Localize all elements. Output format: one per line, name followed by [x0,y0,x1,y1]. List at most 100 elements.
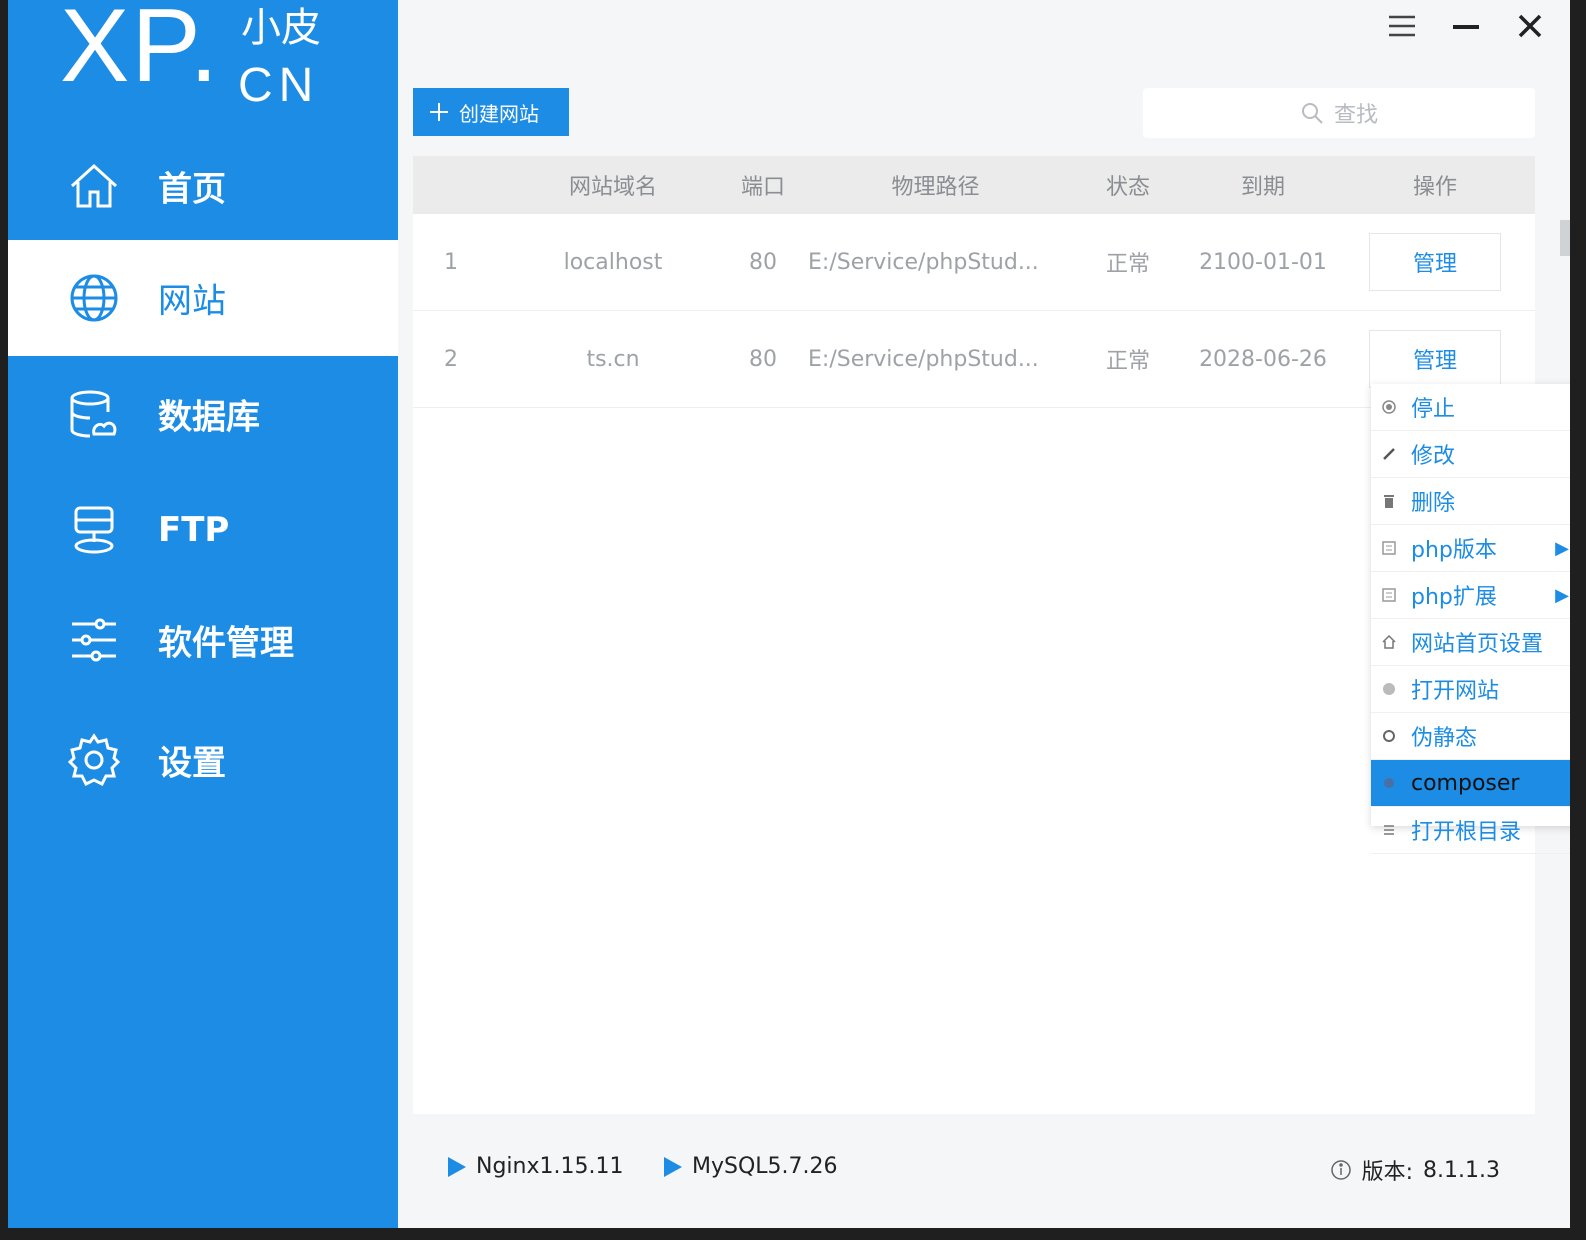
gear-icon [67,733,121,787]
menu-item-open-root-dir[interactable]: 打开根目录 [1371,807,1570,854]
app-window: XP. 小皮 CN 首页 网站 数据库 FTP 软件管理 设置 创建网站 查找 … [8,0,1570,1228]
sidebar-item-label: FTP [158,510,230,550]
search-input[interactable]: 查找 [1143,88,1535,138]
logo-cn: CN [238,59,320,112]
logo: XP. 小皮 CN [58,0,378,130]
service-mysql-label: MySQL5.7.26 [692,1154,838,1179]
row-path: E:/Service/phpStud... [808,346,1039,372]
websites-table: 网站域名 端口 物理路径 状态 到期 操作 1 localhost 80 E:/… [413,156,1535,1114]
php-version-icon [1382,541,1396,555]
table-header: 网站域名 端口 物理路径 状态 到期 操作 [413,156,1535,214]
logo-xiaopi: 小皮 [241,5,321,51]
menu-button[interactable] [1382,8,1422,44]
menu-item-homepage-settings[interactable]: 网站首页设置 [1371,619,1570,666]
minimize-icon [1453,25,1479,29]
plus-icon [430,103,448,121]
submenu-arrow-icon: ▶ [1555,584,1569,606]
minimize-button[interactable] [1446,8,1486,44]
context-menu: 停止 修改 删除 php版本 ▶ php扩展 ▶ 网站首页设置 打开网站 伪静态… [1371,384,1570,854]
row-index: 2 [444,346,458,372]
menu-item-edit[interactable]: 修改 [1371,431,1570,478]
database-icon [70,390,117,438]
menu-item-label: 网站首页设置 [1411,632,1544,657]
sidebar-item-website[interactable]: 网站 [8,240,398,356]
homepage-icon [1382,634,1396,649]
php-extension-icon [1382,588,1396,602]
menu-item-label: php扩展 [1411,585,1497,610]
window-controls [1382,8,1550,44]
edit-icon [1383,448,1395,460]
menu-item-php-extension[interactable]: php扩展 ▶ [1371,572,1570,619]
column-header-path: 物理路径 [891,175,980,200]
scrollbar-thumb[interactable] [1560,220,1570,256]
menu-item-composer[interactable]: composer [1371,760,1570,807]
row-domain: localhost [563,249,663,275]
trash-icon [1384,495,1394,508]
menu-item-delete[interactable]: 删除 [1371,478,1570,525]
menu-item-label: 伪静态 [1411,726,1478,751]
version-value: 8.1.1.3 [1423,1157,1500,1183]
column-header-expire: 到期 [1240,175,1285,200]
create-website-button[interactable]: 创建网站 [413,88,569,136]
column-header-domain: 网站域名 [568,175,657,200]
row-index: 1 [444,249,458,275]
sidebar-item-database[interactable]: 数据库 [8,356,398,472]
logo-xp: XP. [60,0,221,104]
column-header-status: 状态 [1105,175,1150,200]
menu-item-label: 打开根目录 [1411,820,1522,845]
open-site-icon [1383,683,1395,695]
sidebar-item-home[interactable]: 首页 [8,128,398,244]
sidebar-item-label: 网站 [158,281,226,322]
version-info: 版本: 8.1.1.3 [1330,1154,1500,1186]
menu-item-rewrite[interactable]: 伪静态 [1371,713,1570,760]
row-status: 正常 [1105,252,1150,277]
menu-item-stop[interactable]: 停止 [1371,384,1570,431]
status-bar: Nginx1.15.11 MySQL5.7.26 版本: 8.1.1.3 [398,1120,1570,1228]
create-website-label: 创建网站 [459,101,539,126]
ftp-icon [74,506,114,554]
service-nginx-label: Nginx1.15.11 [476,1154,624,1179]
globe-icon [70,274,118,322]
info-icon [1330,1160,1351,1180]
row-expire: 2028-06-26 [1199,346,1327,372]
menu-item-open-site[interactable]: 打开网站 [1371,666,1570,713]
row-domain: ts.cn [586,346,640,372]
table-row[interactable]: 1 localhost 80 E:/Service/phpStud... 正常 … [413,214,1535,311]
service-nginx[interactable]: Nginx1.15.11 [448,1154,623,1179]
menu-item-label: composer [1411,770,1520,796]
play-icon [664,1156,682,1177]
sidebar-item-label: 数据库 [158,397,260,438]
row-port: 80 [749,249,777,275]
service-mysql[interactable]: MySQL5.7.26 [664,1154,838,1179]
menu-item-label: php版本 [1411,538,1497,563]
menu-item-php-version[interactable]: php版本 ▶ [1371,525,1570,572]
row-status: 正常 [1105,349,1150,374]
sidebar-item-ftp[interactable]: FTP [8,472,398,588]
sliders-icon [72,618,116,662]
row-port: 80 [749,346,777,372]
sidebar-item-label: 软件管理 [158,623,294,664]
rewrite-icon [1383,730,1395,742]
manage-button[interactable]: 管理 [1369,330,1501,388]
search-placeholder: 查找 [1333,103,1378,128]
sidebar: XP. 小皮 CN 首页 网站 数据库 FTP 软件管理 设置 [8,0,398,1228]
close-button[interactable] [1510,8,1550,44]
hamburger-icon [1389,15,1415,37]
version-label: 版本: [1361,1160,1414,1185]
sidebar-item-software[interactable]: 软件管理 [8,582,398,698]
play-icon [448,1156,466,1177]
manage-button[interactable]: 管理 [1369,233,1501,291]
sidebar-item-label: 首页 [158,169,226,210]
sidebar-item-settings[interactable]: 设置 [8,702,398,818]
table-row[interactable]: 2 ts.cn 80 E:/Service/phpStud... 正常 2028… [413,311,1535,408]
menu-item-label: 修改 [1411,444,1456,469]
search-icon [1301,103,1323,124]
menu-item-label: 打开网站 [1411,679,1500,704]
folder-list-icon [1384,825,1394,835]
menu-item-label: 停止 [1411,397,1456,422]
close-icon [1518,14,1542,38]
row-action-cell: 管理 [1368,214,1502,310]
composer-icon [1384,778,1394,788]
column-header-port: 端口 [740,175,785,200]
submenu-arrow-icon: ▶ [1555,537,1569,559]
